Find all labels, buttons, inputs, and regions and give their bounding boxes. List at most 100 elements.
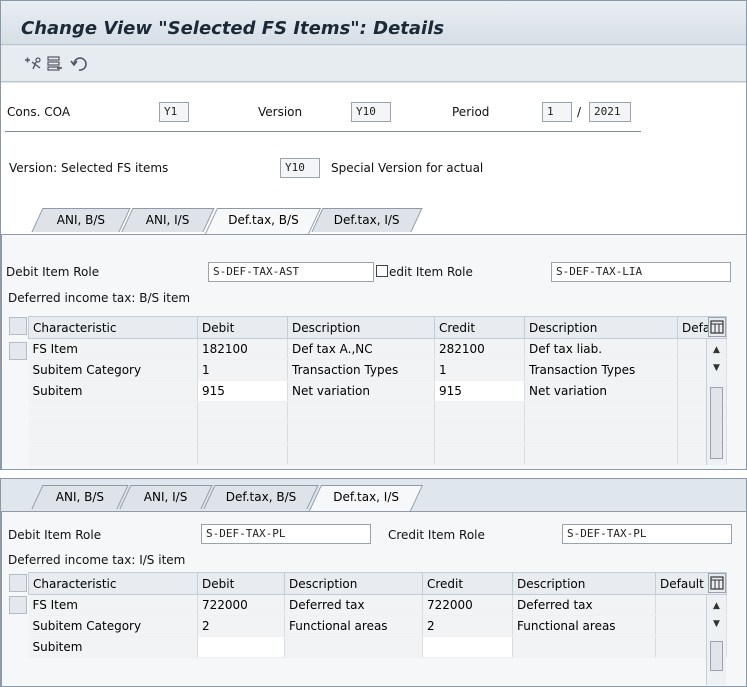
table-row[interactable]: Subitem Category 1 Transaction Types 1 T… (28, 359, 727, 381)
table-cell: Subitem Category (28, 615, 198, 637)
column-header-debit[interactable]: Debit (197, 572, 285, 595)
scroll-up-icon[interactable]: ▲ (709, 599, 724, 613)
table-cell: FS Item (28, 594, 198, 616)
table-cell (524, 401, 678, 423)
table-header-row: Characteristic Debit Description Credit … (28, 572, 727, 595)
tab-ani-is[interactable]: ANI, I/S (121, 208, 215, 232)
table-row[interactable]: Subitem (28, 636, 727, 658)
characteristics-table-2: Characteristic Debit Description Credit … (28, 572, 727, 658)
tab-deftax-bs[interactable]: Def.tax, B/S (204, 208, 322, 234)
table-cell: Deferred tax (512, 594, 656, 616)
column-header-description-2[interactable]: Description (524, 316, 678, 339)
table-cell[interactable]: 915 (434, 380, 525, 402)
column-header-description[interactable]: Description (287, 316, 435, 339)
column-header-characteristic[interactable]: Characteristic (28, 572, 198, 595)
version-row-description: Special Version for actual (331, 161, 484, 175)
table-cell[interactable] (422, 636, 513, 658)
page-title: Change View "Selected FS Items": Details (21, 18, 445, 39)
table-cell: Subitem Category (28, 359, 198, 381)
table-row[interactable]: FS Item 182100 Def tax A.,NC 282100 Def … (28, 338, 727, 360)
table-cell: Net variation (287, 380, 435, 402)
tab-ani-is[interactable]: ANI, I/S (119, 485, 213, 509)
credit-role-label: edit Item Role (389, 265, 473, 279)
table-cell: Def tax liab. (524, 338, 678, 360)
table-cell: Functional areas (512, 615, 656, 637)
table-cell (524, 422, 678, 444)
table-cell (28, 443, 198, 465)
version-row-field[interactable]: Y10 (280, 158, 320, 178)
period-field[interactable]: 1 (542, 102, 572, 122)
table-vertical-scrollbar[interactable]: ▲ ▼ (706, 595, 726, 685)
cons-coa-field[interactable]: Y1 (159, 102, 189, 122)
select-all-icon[interactable] (9, 574, 27, 592)
scroll-down-icon[interactable]: ▼ (709, 361, 724, 375)
column-header-description[interactable]: Description (284, 572, 423, 595)
year-field[interactable]: 2021 (589, 102, 631, 122)
column-header-characteristic[interactable]: Characteristic (28, 316, 198, 339)
table-cell: 2 (422, 615, 513, 637)
variant-icon[interactable] (45, 55, 65, 73)
tab-deftax-is[interactable]: Def.tax, I/S (311, 208, 423, 232)
debit-role-field[interactable]: S-DEF-TAX-AST (208, 262, 374, 282)
row-selector[interactable] (9, 596, 27, 614)
table-cell: Net variation (524, 380, 678, 402)
tab-ani-bs[interactable]: ANI, B/S (31, 208, 131, 232)
table-cell (512, 636, 656, 658)
table-row[interactable]: FS Item 722000 Deferred tax 722000 Defer… (28, 594, 727, 616)
column-header-credit[interactable]: Credit (422, 572, 513, 595)
column-settings-icon[interactable] (708, 317, 726, 337)
table-cell (524, 443, 678, 465)
scroll-down-icon[interactable]: ▼ (709, 617, 724, 631)
tab-deftax-is[interactable]: Def.tax, I/S (308, 485, 424, 511)
table-cell (434, 443, 525, 465)
table-cell: Subitem (28, 380, 198, 402)
table-row[interactable] (28, 401, 727, 423)
table-cell: Transaction Types (287, 359, 435, 381)
table-cell: 282100 (434, 338, 525, 360)
header-divider (5, 131, 641, 132)
table-cell: Transaction Types (524, 359, 678, 381)
credit-role-field[interactable]: S-DEF-TAX-PL (562, 524, 732, 544)
scroll-thumb[interactable] (710, 641, 723, 671)
table-row[interactable]: Subitem 915 Net variation 915 Net variat… (28, 380, 727, 402)
select-all-icon[interactable] (9, 317, 27, 335)
version-field[interactable]: Y10 (351, 102, 391, 122)
tab-panel-deftax-is: Debit Item Role S-DEF-TAX-PL Credit Item… (1, 511, 746, 686)
table-cell (284, 636, 423, 658)
debit-role-label: Debit Item Role (8, 528, 102, 542)
tab-deftax-bs[interactable]: Def.tax, B/S (203, 485, 319, 509)
credit-role-field[interactable]: S-DEF-TAX-LIA (551, 262, 731, 282)
table-cell (197, 401, 288, 423)
table-cell: 722000 (422, 594, 513, 616)
undo-icon[interactable] (69, 55, 89, 73)
table-cell (28, 422, 198, 444)
table-cell (434, 401, 525, 423)
table-row[interactable]: Subitem Category 2 Functional areas 2 Fu… (28, 615, 727, 637)
column-settings-icon[interactable] (708, 573, 726, 593)
table-cell[interactable] (197, 636, 285, 658)
column-header-debit[interactable]: Debit (197, 316, 288, 339)
table-cell: 1 (434, 359, 525, 381)
debit-role-field[interactable]: S-DEF-TAX-PL (201, 524, 371, 544)
table-cell (287, 401, 435, 423)
table-vertical-scrollbar[interactable]: ▲ ▼ (706, 339, 726, 465)
scroll-up-icon[interactable]: ▲ (709, 343, 724, 357)
column-header-credit[interactable]: Credit (434, 316, 525, 339)
table-cell[interactable]: 915 (197, 380, 288, 402)
table-cell (197, 443, 288, 465)
group-title: Deferred income tax: B/S item (8, 291, 191, 305)
column-header-description-2[interactable]: Description (512, 572, 656, 595)
table-row[interactable] (28, 422, 727, 444)
table-cell: FS Item (28, 338, 198, 360)
period-label: Period (452, 105, 490, 119)
scroll-thumb[interactable] (710, 387, 723, 459)
value-help-icon[interactable] (376, 265, 388, 277)
table-row[interactable] (28, 443, 727, 465)
tab-panel-deftax-bs: Debit Item Role S-DEF-TAX-AST edit Item … (1, 234, 746, 469)
title-bar: Change View "Selected FS Items": Details (1, 1, 746, 45)
cons-coa-label: Cons. COA (7, 105, 71, 119)
other-entries-icon[interactable] (23, 55, 43, 73)
table-cell (28, 401, 198, 423)
row-selector[interactable] (9, 342, 27, 360)
tab-ani-bs[interactable]: ANI, B/S (31, 485, 129, 509)
